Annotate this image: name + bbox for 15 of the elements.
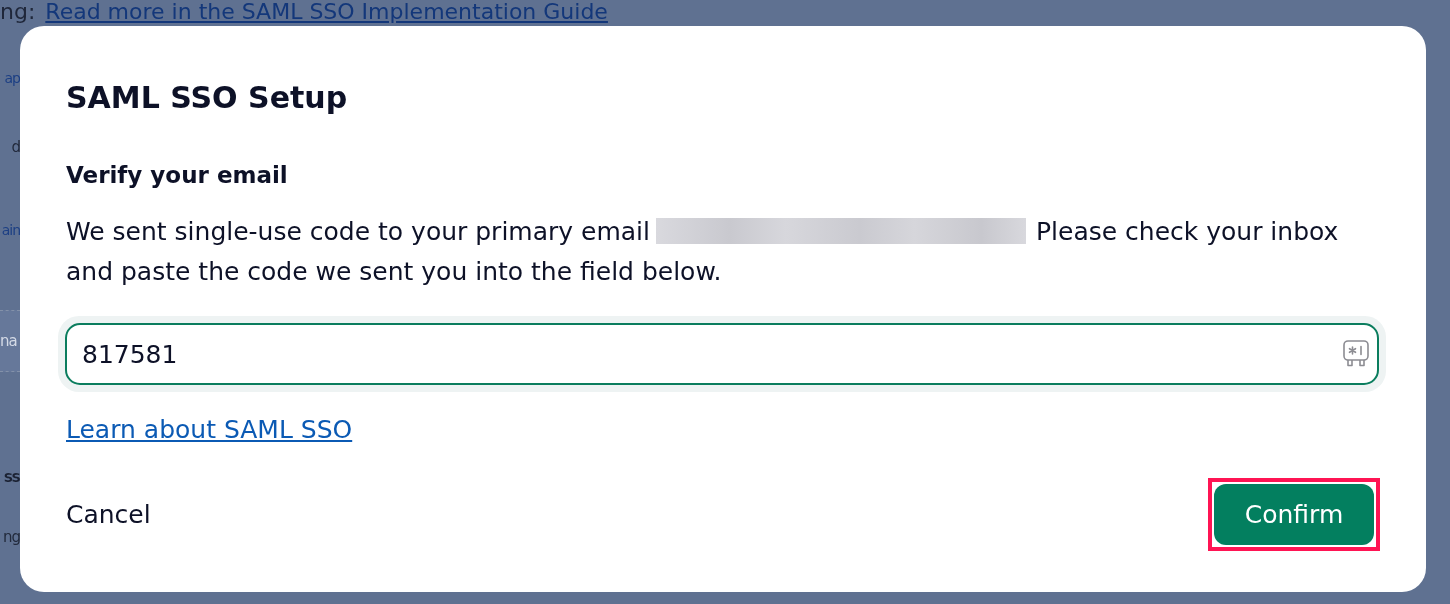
password-autofill-icon[interactable] bbox=[1343, 340, 1369, 367]
learn-link[interactable]: Learn about SAML SSO bbox=[66, 415, 353, 445]
message-text: Please check your inbox bbox=[1036, 216, 1339, 246]
dialog-title: SAML SSO Setup bbox=[66, 79, 348, 117]
confirm-button[interactable]: Confirm bbox=[1214, 484, 1374, 545]
cancel-button[interactable]: Cancel bbox=[66, 500, 151, 529]
text-field[interactable]: na bbox=[0, 310, 20, 372]
section-heading: SS bbox=[3, 469, 20, 487]
body-text: ng bbox=[2, 527, 20, 548]
section-heading: Verify your email bbox=[66, 161, 288, 190]
body-text: d bbox=[11, 137, 20, 158]
body-text: ng: bbox=[0, 0, 36, 24]
code-field[interactable]: 817581 bbox=[65, 323, 1379, 385]
message-text: We sent single-use code to your primary email bbox=[66, 216, 650, 246]
message-text: and paste the code we sent you into the field below. bbox=[66, 256, 722, 286]
